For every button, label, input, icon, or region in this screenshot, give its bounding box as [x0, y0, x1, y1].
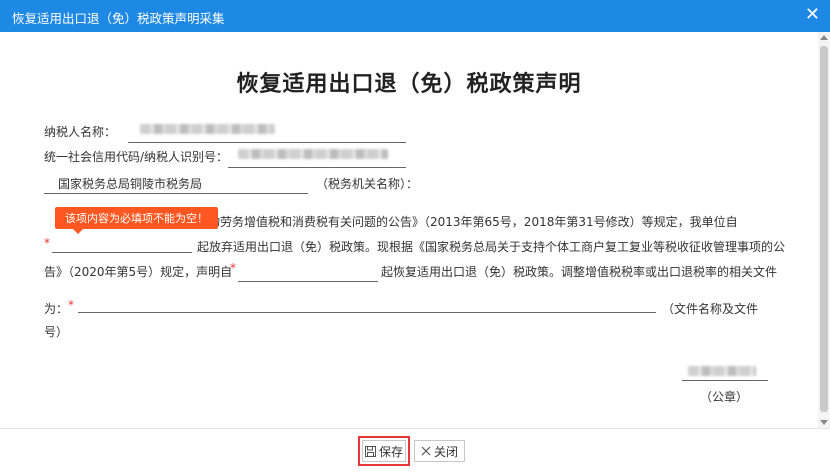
close-icon[interactable]: ✕ — [805, 5, 820, 25]
paragraph-line-3-left: 告》（2020年第5号）规定，声明自 — [44, 265, 233, 279]
required-mark-start-date: * — [44, 236, 50, 250]
required-field-tooltip: 该项内容为必填项不能为空！ — [55, 207, 218, 234]
declaration-form: 恢复适用出口退（免）税政策声明 纳税人名称： 统一社会信用代码/纳税人识别号： … — [0, 32, 818, 428]
scroll-down-icon[interactable] — [820, 420, 828, 425]
save-icon — [364, 445, 376, 457]
seal-label: （公章） — [700, 390, 749, 404]
paragraph-line-3-right: 起恢复适用出口退（免）税政策。调整增值税税率或出口退税率的相关文件 — [381, 265, 778, 279]
save-button-label: 保存 — [378, 444, 403, 459]
document-name-field[interactable] — [78, 312, 656, 313]
credit-code-value — [238, 149, 388, 159]
required-mark-document: * — [68, 298, 74, 312]
paragraph-line-2: 起放弃适用出口退（免）税政策。现根据《国家税务总局关于支持个体工商户复工复业等税… — [197, 240, 786, 254]
declare-date-field[interactable] — [238, 281, 378, 282]
credit-code-field[interactable] — [228, 167, 406, 168]
scroll-up-icon[interactable] — [820, 35, 828, 40]
scrollbar-thumb[interactable] — [820, 46, 828, 412]
save-button[interactable]: 保存 — [362, 440, 406, 462]
start-date-field[interactable] — [52, 252, 192, 253]
taxpayer-name-label: 纳税人名称： — [44, 125, 117, 139]
seal-field[interactable] — [682, 380, 768, 381]
close-x-icon — [421, 446, 431, 456]
close-button[interactable]: 关闭 — [414, 440, 465, 462]
tax-office-suffix: （税务机关名称）： — [316, 177, 419, 191]
dialog-footer: 保存 关闭 — [0, 428, 830, 475]
paragraph-line-4-suffix: （文件名称及文件 — [662, 302, 759, 316]
paragraph-line-1: 口货物劳务增值税和消费税有关问题的公告》（2013年第65号，2018年第31号… — [184, 215, 738, 229]
paragraph-line-4-left: 为： — [44, 302, 69, 316]
taxpayer-name-value — [140, 124, 275, 134]
seal-value — [688, 366, 756, 376]
paragraph-line-5: 号） — [44, 325, 69, 339]
tax-office-value: 国家税务总局铜陵市税务局 — [58, 177, 203, 191]
credit-code-label: 统一社会信用代码/纳税人识别号： — [44, 150, 229, 164]
tooltip-text: 该项内容为必填项不能为空！ — [65, 212, 208, 225]
vertical-scrollbar[interactable] — [818, 32, 830, 428]
required-mark-declare-date: * — [230, 261, 236, 275]
save-button-highlight: 保存 — [358, 436, 410, 466]
document-title: 恢复适用出口退（免）税政策声明 — [236, 72, 582, 97]
taxpayer-name-field[interactable] — [128, 142, 406, 143]
window-titlebar: 恢复适用出口退（免）税政策声明采集 ✕ — [0, 0, 830, 32]
window-title: 恢复适用出口退（免）税政策声明采集 — [12, 11, 225, 26]
close-button-label: 关闭 — [433, 444, 458, 459]
tax-office-field[interactable] — [44, 193, 308, 194]
